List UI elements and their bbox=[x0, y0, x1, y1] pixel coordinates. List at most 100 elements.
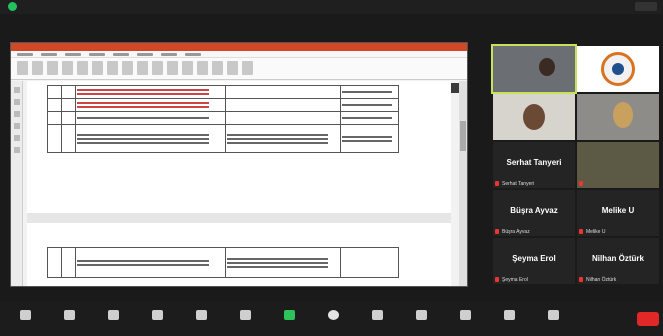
table-cell bbox=[61, 98, 76, 112]
participant-name: Melike U bbox=[601, 206, 635, 215]
zoom-meeting-window: Serhat Tanyeri Serhat Tanyeri Büşra Ayva… bbox=[0, 0, 663, 336]
participants-button[interactable] bbox=[138, 310, 176, 328]
rail-icon[interactable] bbox=[13, 147, 20, 153]
participant-caption: Melike U bbox=[586, 229, 606, 235]
menu-item[interactable] bbox=[41, 53, 57, 56]
ribbon-tool-icon[interactable] bbox=[122, 61, 133, 75]
document-page bbox=[27, 81, 451, 286]
ribbon-tool-icon[interactable] bbox=[32, 61, 43, 75]
table-cell bbox=[75, 111, 226, 125]
participant-video-tile[interactable] bbox=[577, 46, 659, 92]
share-arrow-icon bbox=[283, 310, 295, 320]
table-cell bbox=[75, 124, 226, 153]
participant-video-tile[interactable] bbox=[577, 142, 659, 188]
rail-icon[interactable] bbox=[13, 123, 20, 129]
table-cell bbox=[340, 124, 399, 153]
table-cell bbox=[340, 98, 399, 112]
participant-tile[interactable]: Şeyma Erol Şeyma Erol bbox=[493, 238, 575, 284]
security-button[interactable] bbox=[94, 310, 132, 328]
document-side-rail bbox=[11, 81, 23, 286]
ribbon-tool-icon[interactable] bbox=[107, 61, 118, 75]
ribbon-tool-icon[interactable] bbox=[47, 61, 58, 75]
participant-caption: Büşra Ayvaz bbox=[502, 229, 530, 235]
ribbon-tool-icon[interactable] bbox=[227, 61, 238, 75]
participant-caption: Serhat Tanyeri bbox=[502, 181, 535, 187]
menu-item[interactable] bbox=[161, 53, 177, 56]
rail-icon[interactable] bbox=[13, 99, 20, 105]
ribbon-tool-icon[interactable] bbox=[197, 61, 208, 75]
menu-item[interactable] bbox=[89, 53, 105, 56]
support-icon bbox=[415, 310, 427, 320]
bar-chart-icon bbox=[195, 310, 207, 320]
ribbon-tool-icon[interactable] bbox=[17, 61, 28, 75]
table-cell bbox=[47, 85, 62, 99]
shield-icon bbox=[107, 310, 119, 320]
reactions-button[interactable] bbox=[446, 310, 484, 328]
chat-bubble-icon bbox=[239, 310, 251, 320]
table-cell bbox=[61, 85, 76, 99]
institution-logo bbox=[601, 52, 635, 86]
participant-name: Şeyma Erol bbox=[512, 254, 556, 263]
ribbon-tool-icon[interactable] bbox=[62, 61, 73, 75]
ribbon-tool-icon[interactable] bbox=[182, 61, 193, 75]
page-break bbox=[27, 213, 451, 223]
rail-icon[interactable] bbox=[13, 135, 20, 141]
shared-screen bbox=[10, 42, 468, 287]
menu-item[interactable] bbox=[137, 53, 153, 56]
table-cell bbox=[61, 124, 76, 153]
muted-mic-icon bbox=[579, 229, 583, 234]
ribbon-tool-icon[interactable] bbox=[242, 61, 253, 75]
smiley-icon bbox=[459, 310, 471, 320]
muted-mic-icon bbox=[495, 181, 499, 186]
breakout-rooms-button[interactable] bbox=[358, 310, 396, 328]
menu-item[interactable] bbox=[17, 53, 33, 56]
document-table bbox=[47, 247, 399, 278]
ribbon-tool-icon[interactable] bbox=[152, 61, 163, 75]
scrollbar-thumb[interactable] bbox=[460, 121, 466, 151]
polls-button[interactable] bbox=[182, 310, 220, 328]
table-cell bbox=[61, 111, 76, 125]
rail-icon[interactable] bbox=[13, 111, 20, 117]
menu-item[interactable] bbox=[113, 53, 129, 56]
ribbon-tool-icon[interactable] bbox=[77, 61, 88, 75]
participant-caption: Şeyma Erol bbox=[502, 277, 528, 283]
record-button[interactable] bbox=[314, 310, 352, 328]
participant-video-tile[interactable] bbox=[577, 94, 659, 140]
ribbon-tool-icon[interactable] bbox=[137, 61, 148, 75]
menu-item[interactable] bbox=[65, 53, 81, 56]
rail-icon[interactable] bbox=[13, 87, 20, 93]
chat-button[interactable] bbox=[226, 310, 264, 328]
start-video-button[interactable] bbox=[50, 310, 88, 328]
document-scrollbar[interactable] bbox=[459, 81, 467, 286]
unmute-button[interactable] bbox=[6, 310, 44, 328]
participant-tile[interactable]: Serhat Tanyeri Serhat Tanyeri bbox=[493, 142, 575, 188]
security-shield-icon[interactable] bbox=[8, 2, 17, 11]
grid-icon bbox=[371, 310, 383, 320]
apps-button[interactable] bbox=[490, 310, 528, 328]
document-menu-bar bbox=[11, 51, 467, 58]
participant-video-tile[interactable] bbox=[491, 44, 577, 94]
more-button[interactable] bbox=[534, 310, 572, 328]
table-cell bbox=[47, 124, 62, 153]
participant-video-tile[interactable] bbox=[493, 94, 575, 140]
table-cell bbox=[340, 85, 399, 99]
share-screen-button[interactable] bbox=[270, 310, 308, 328]
table-cell bbox=[225, 124, 341, 153]
ribbon-tool-icon[interactable] bbox=[212, 61, 223, 75]
table-cell bbox=[340, 111, 399, 125]
ribbon-tool-icon[interactable] bbox=[167, 61, 178, 75]
participant-tile[interactable]: Nilhan Öztürk Nilhan Öztürk bbox=[577, 238, 659, 284]
support-button[interactable] bbox=[402, 310, 440, 328]
participant-name: Nilhan Öztürk bbox=[591, 254, 644, 263]
view-button[interactable] bbox=[635, 2, 657, 11]
participant-name: Büşra Ayvaz bbox=[510, 206, 558, 215]
menu-item[interactable] bbox=[185, 53, 201, 56]
document-title-bar bbox=[11, 43, 467, 51]
meeting-toolbar bbox=[0, 302, 663, 336]
end-meeting-button[interactable] bbox=[637, 312, 659, 326]
participant-tile[interactable]: Melike U Melike U bbox=[577, 190, 659, 236]
table-row bbox=[47, 98, 399, 112]
document-table bbox=[47, 85, 399, 153]
ribbon-tool-icon[interactable] bbox=[92, 61, 103, 75]
participant-tile[interactable]: Büşra Ayvaz Büşra Ayvaz bbox=[493, 190, 575, 236]
